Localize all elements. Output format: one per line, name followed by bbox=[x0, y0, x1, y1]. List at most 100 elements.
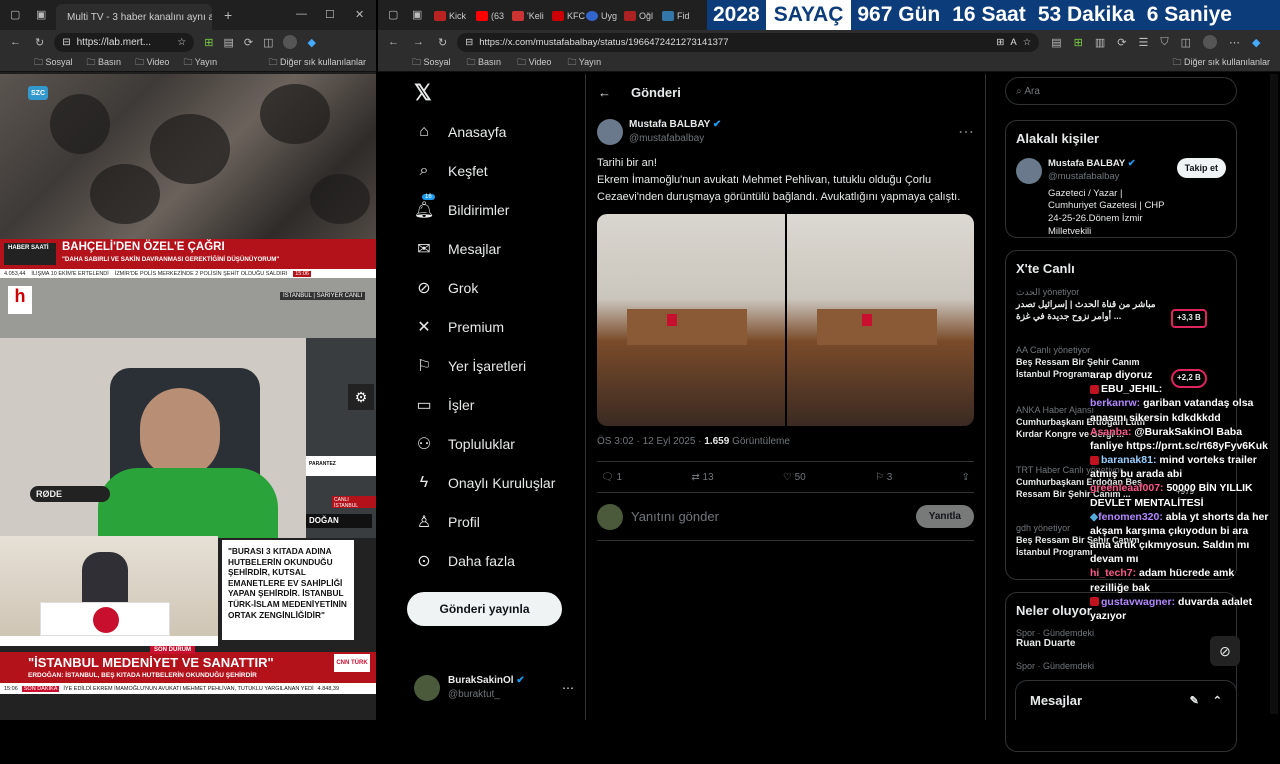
scrollbar[interactable] bbox=[1270, 74, 1278, 714]
new-tab-icon[interactable]: + bbox=[224, 7, 232, 23]
right-bookmarks-bar: 🗀 Sosyal 🗀 Basın 🗀 Video 🗀 Yayın 🗀 Diğer… bbox=[378, 54, 1280, 72]
extension-icon[interactable]: ⟳ bbox=[244, 36, 253, 49]
author-handle[interactable]: @mustafabalbay bbox=[629, 132, 721, 146]
favorite-star-icon[interactable]: ☆ bbox=[1023, 37, 1032, 48]
workspaces-icon[interactable]: ▢ bbox=[388, 8, 398, 21]
nav-notifications[interactable]: 🔔︎ 16 Bildirimler bbox=[404, 190, 584, 229]
nav-home[interactable]: ⌂ Anasayfa bbox=[404, 112, 584, 151]
more-icon[interactable]: ⋯ bbox=[562, 681, 574, 695]
bookmark-yayin[interactable]: 🗀 Yayın bbox=[183, 55, 217, 71]
copilot-icon[interactable]: ◆ bbox=[1252, 36, 1260, 49]
nav-premium[interactable]: ✕ Premium bbox=[404, 307, 584, 346]
back-icon[interactable]: ← bbox=[10, 36, 21, 48]
nav-more[interactable]: ⊙ Daha fazla bbox=[404, 541, 584, 580]
nav-profile[interactable]: ♙ Profil bbox=[404, 502, 584, 541]
tab-actions-icon[interactable]: ▣ bbox=[412, 8, 422, 21]
extension-icon[interactable]: ⟳ bbox=[1117, 36, 1126, 49]
verified-icon: ✔ bbox=[1127, 158, 1136, 169]
reply-action[interactable]: 🗨︎ 1 bbox=[601, 472, 622, 483]
right-url-field[interactable]: ⊟ https://x.com/mustafabalbay/status/196… bbox=[457, 32, 1040, 52]
workspaces-icon[interactable]: ▢ bbox=[10, 8, 20, 21]
extension-icon[interactable]: ▥ bbox=[1095, 36, 1105, 49]
collections-icon[interactable]: ◫ bbox=[1181, 36, 1191, 49]
nav-bookmarks[interactable]: ⚐ Yer İşaretleri bbox=[404, 346, 584, 385]
live-item[interactable]: الحدث yönetiyor مباشر من قناة الحدث | إس… bbox=[1016, 286, 1226, 344]
briefcase-icon: ▭ bbox=[416, 396, 432, 414]
app-available-icon[interactable]: ⊞ bbox=[996, 37, 1004, 48]
post-media[interactable] bbox=[597, 214, 974, 427]
x-logo-icon[interactable]: 𝕏 bbox=[414, 80, 432, 106]
author-name[interactable]: Mustafa BALBAY bbox=[629, 119, 710, 130]
other-bookmarks[interactable]: 🗀 Diğer sık kullanılanlar bbox=[1172, 55, 1270, 71]
bookmark-video[interactable]: 🗀 Video bbox=[517, 55, 551, 71]
refresh-icon[interactable]: ↻ bbox=[35, 36, 44, 49]
forward-icon[interactable]: → bbox=[413, 36, 424, 48]
close-window-icon[interactable]: ✕ bbox=[355, 8, 364, 21]
settings-gear-icon[interactable]: ⚙ bbox=[348, 384, 374, 410]
read-aloud-icon[interactable]: A bbox=[1010, 37, 1016, 48]
bookmark-video[interactable]: 🗀 Video bbox=[135, 55, 169, 71]
extension-icon[interactable]: ▤ bbox=[223, 36, 233, 49]
more-icon[interactable]: ⋯ bbox=[958, 122, 974, 142]
nav-jobs[interactable]: ▭ İşler bbox=[404, 385, 584, 424]
back-arrow-icon[interactable]: ← bbox=[598, 85, 611, 100]
minimize-icon[interactable]: — bbox=[296, 8, 307, 20]
courtroom-photo-2[interactable] bbox=[786, 214, 974, 427]
shield-icon[interactable]: ⛉ bbox=[1160, 36, 1168, 49]
nav-verified-orgs[interactable]: ϟ Onaylı Kuruluşlar bbox=[404, 463, 584, 502]
extension-icon[interactable]: ⊞ bbox=[204, 36, 213, 49]
post-button[interactable]: Gönderi yayınla bbox=[407, 592, 562, 626]
nav-grok[interactable]: ⊘ Grok bbox=[404, 268, 584, 307]
reply-button[interactable]: Yanıtla bbox=[915, 505, 974, 529]
tab-fid[interactable]: Fid bbox=[662, 8, 690, 24]
extension-icon[interactable]: ◫ bbox=[263, 36, 273, 49]
profile-avatar[interactable] bbox=[1203, 35, 1217, 49]
tab-uyg[interactable]: Uyg bbox=[586, 8, 617, 24]
tab-youtube[interactable]: (63 bbox=[476, 8, 504, 24]
bookmark-action[interactable]: ⚐ 3 bbox=[875, 472, 892, 483]
bottom-ticker-text: İYE EDİLDİ EKREM İMAMOĞLU'NUN AVUKATI ME… bbox=[63, 685, 314, 692]
grok-floating-icon[interactable]: ⊘ bbox=[1210, 636, 1240, 666]
tab-kfc[interactable]: KFC bbox=[552, 8, 585, 24]
account-switcher[interactable]: BurakSakinOl ✔ @buraktut_ ⋯ bbox=[414, 670, 574, 706]
tab-kick[interactable]: Kick bbox=[434, 8, 466, 24]
favorites-icon[interactable]: ☰ bbox=[1138, 36, 1148, 49]
share-icon[interactable]: ⇪ bbox=[962, 472, 970, 483]
left-url-field[interactable]: ⊟ https://lab.mert... ☆ bbox=[54, 32, 195, 52]
repost-action[interactable]: ⇄ 13 bbox=[691, 472, 713, 483]
tab-actions-icon[interactable]: ▣ bbox=[36, 8, 46, 21]
like-action[interactable]: ♡ 50 bbox=[783, 472, 806, 483]
tab-ogl[interactable]: Oğl bbox=[624, 8, 653, 24]
back-icon[interactable]: ← bbox=[388, 36, 399, 48]
refresh-icon[interactable]: ↻ bbox=[438, 36, 447, 49]
bookmark-yayin[interactable]: 🗀 Yayın bbox=[567, 55, 601, 71]
nav-explore[interactable]: ⌕ Keşfet bbox=[404, 151, 584, 190]
bookmark-basin[interactable]: 🗀 Basın bbox=[467, 55, 502, 71]
bookmark-basin[interactable]: 🗀 Basın bbox=[87, 55, 122, 71]
grok-icon: ⊘ bbox=[417, 279, 431, 297]
nav-messages[interactable]: ✉ Mesajlar bbox=[404, 229, 584, 268]
bookmark-sosyal[interactable]: 🗀 Sosyal bbox=[412, 55, 451, 71]
profile-avatar[interactable] bbox=[283, 35, 298, 49]
chat-message: greenleaaf007: 50000 BİN YILLIK DEVLET M… bbox=[1090, 481, 1270, 509]
courtroom-photo-1[interactable] bbox=[597, 214, 785, 427]
related-avatar[interactable] bbox=[1016, 158, 1042, 184]
favorite-star-icon[interactable]: ☆ bbox=[177, 37, 186, 48]
nav-communities[interactable]: ⚇ Topluluklar bbox=[404, 424, 584, 463]
tab-multi-tv[interactable]: Multi TV - 3 haber kanalını aynı a ✕ bbox=[56, 4, 212, 30]
copilot-icon[interactable]: ◆ bbox=[307, 36, 315, 49]
extension-icon[interactable]: ▤ bbox=[1051, 36, 1061, 49]
follow-button[interactable]: Takip et bbox=[1176, 158, 1226, 178]
reply-input[interactable]: Yanıtını gönder bbox=[631, 509, 719, 524]
related-name[interactable]: Mustafa BALBAY bbox=[1048, 158, 1125, 169]
author-avatar[interactable] bbox=[597, 118, 623, 145]
tab-keli[interactable]: 'Keli bbox=[512, 8, 544, 24]
extension-icon[interactable]: ⊞ bbox=[1074, 36, 1083, 49]
search-input[interactable]: ⌕ Ara bbox=[1005, 77, 1237, 105]
bookmark-sosyal[interactable]: 🗀 Sosyal bbox=[34, 55, 73, 71]
maximize-icon[interactable]: ☐ bbox=[325, 8, 335, 21]
x-premium-icon: ✕ bbox=[417, 318, 431, 336]
post-time[interactable]: ÖS 3:02 · 12 Eyl 2025 · bbox=[597, 436, 704, 447]
other-bookmarks[interactable]: 🗀 Diğer sık kullanılanlar bbox=[268, 55, 366, 71]
more-icon[interactable]: ⋯ bbox=[1229, 36, 1240, 49]
